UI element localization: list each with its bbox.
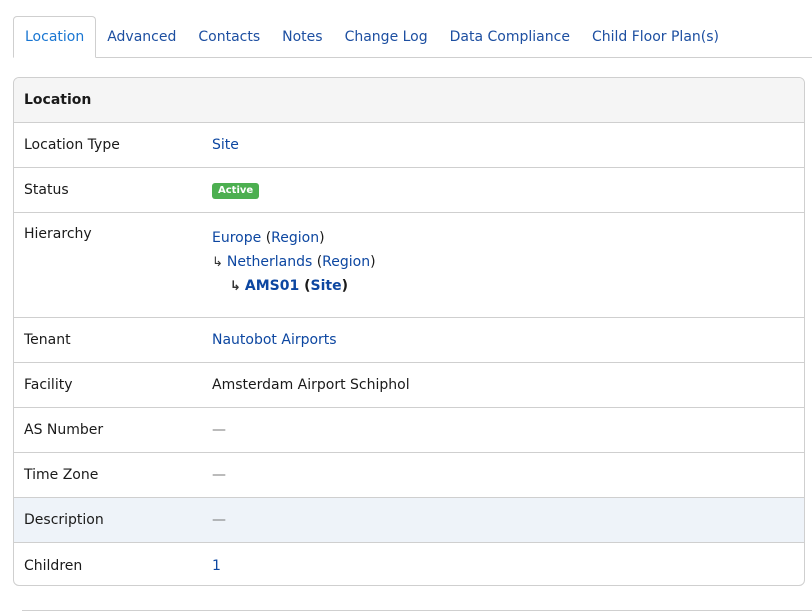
row-tenant: Tenant Nautobot Airports bbox=[14, 318, 804, 363]
time-zone-label: Time Zone bbox=[24, 467, 99, 483]
hierarchy-netherlands-link[interactable]: Netherlands bbox=[227, 254, 312, 270]
tenant-link[interactable]: Nautobot Airports bbox=[212, 332, 337, 348]
children-label: Children bbox=[24, 557, 83, 574]
hierarchy-europe-type-link[interactable]: Region bbox=[271, 230, 319, 246]
hierarchy-item: ↳ AMS01 (Site) bbox=[212, 274, 804, 298]
facility-label: Facility bbox=[24, 377, 73, 393]
hierarchy-tree: Europe (Region) ↳ Netherlands (Region) ↳ A… bbox=[212, 226, 804, 298]
next-panel-edge bbox=[22, 610, 812, 611]
child-arrow-icon: ↳ bbox=[212, 255, 223, 270]
row-location-type: Location Type Site bbox=[14, 123, 804, 168]
tab-bar: Location Advanced Contacts Notes Change … bbox=[13, 15, 812, 58]
hierarchy-europe-link[interactable]: Europe bbox=[212, 230, 261, 246]
panel-title: Location bbox=[14, 78, 804, 123]
hierarchy-item: ↳ Netherlands (Region) bbox=[212, 250, 804, 274]
hierarchy-label: Hierarchy bbox=[24, 226, 92, 242]
paren-close: ) bbox=[341, 278, 349, 294]
hierarchy-netherlands-type-link[interactable]: Region bbox=[322, 254, 370, 270]
row-description: Description — bbox=[14, 498, 804, 543]
location-type-link[interactable]: Site bbox=[212, 137, 239, 153]
row-children: Children 1 bbox=[14, 543, 804, 585]
tab-change-log[interactable]: Change Log bbox=[334, 17, 439, 57]
status-badge: Active bbox=[212, 183, 260, 199]
tab-data-compliance[interactable]: Data Compliance bbox=[439, 17, 581, 57]
row-facility: Facility Amsterdam Airport Schiphol bbox=[14, 363, 804, 408]
location-panel: Location Location Type Site Status Activ… bbox=[13, 77, 805, 586]
tab-notes[interactable]: Notes bbox=[271, 17, 333, 57]
description-value: — bbox=[212, 512, 226, 528]
row-hierarchy: Hierarchy Europe (Region) ↳ Netherlands (… bbox=[14, 213, 804, 318]
paren-close: ) bbox=[319, 230, 325, 246]
tenant-label: Tenant bbox=[24, 332, 71, 348]
facility-value: Amsterdam Airport Schiphol bbox=[212, 377, 410, 393]
row-status: Status Active bbox=[14, 168, 804, 213]
as-number-label: AS Number bbox=[24, 422, 104, 438]
child-arrow-icon: ↳ bbox=[230, 279, 241, 294]
hierarchy-ams01-type-link[interactable]: Site bbox=[311, 278, 342, 294]
hierarchy-item: Europe (Region) bbox=[212, 226, 804, 250]
time-zone-value: — bbox=[212, 467, 226, 483]
hierarchy-ams01-link[interactable]: AMS01 bbox=[245, 278, 299, 294]
paren-close: ) bbox=[370, 254, 376, 270]
status-label: Status bbox=[24, 182, 69, 198]
row-as-number: AS Number — bbox=[14, 408, 804, 453]
tab-location[interactable]: Location bbox=[13, 16, 97, 58]
children-count-link[interactable]: 1 bbox=[212, 558, 221, 574]
row-time-zone: Time Zone — bbox=[14, 453, 804, 498]
tab-advanced[interactable]: Advanced bbox=[96, 17, 187, 57]
location-type-label: Location Type bbox=[24, 137, 120, 153]
description-label: Description bbox=[24, 512, 104, 528]
tab-child-floor-plans[interactable]: Child Floor Plan(s) bbox=[581, 17, 730, 57]
tab-contacts[interactable]: Contacts bbox=[187, 17, 271, 57]
as-number-value: — bbox=[212, 422, 226, 438]
